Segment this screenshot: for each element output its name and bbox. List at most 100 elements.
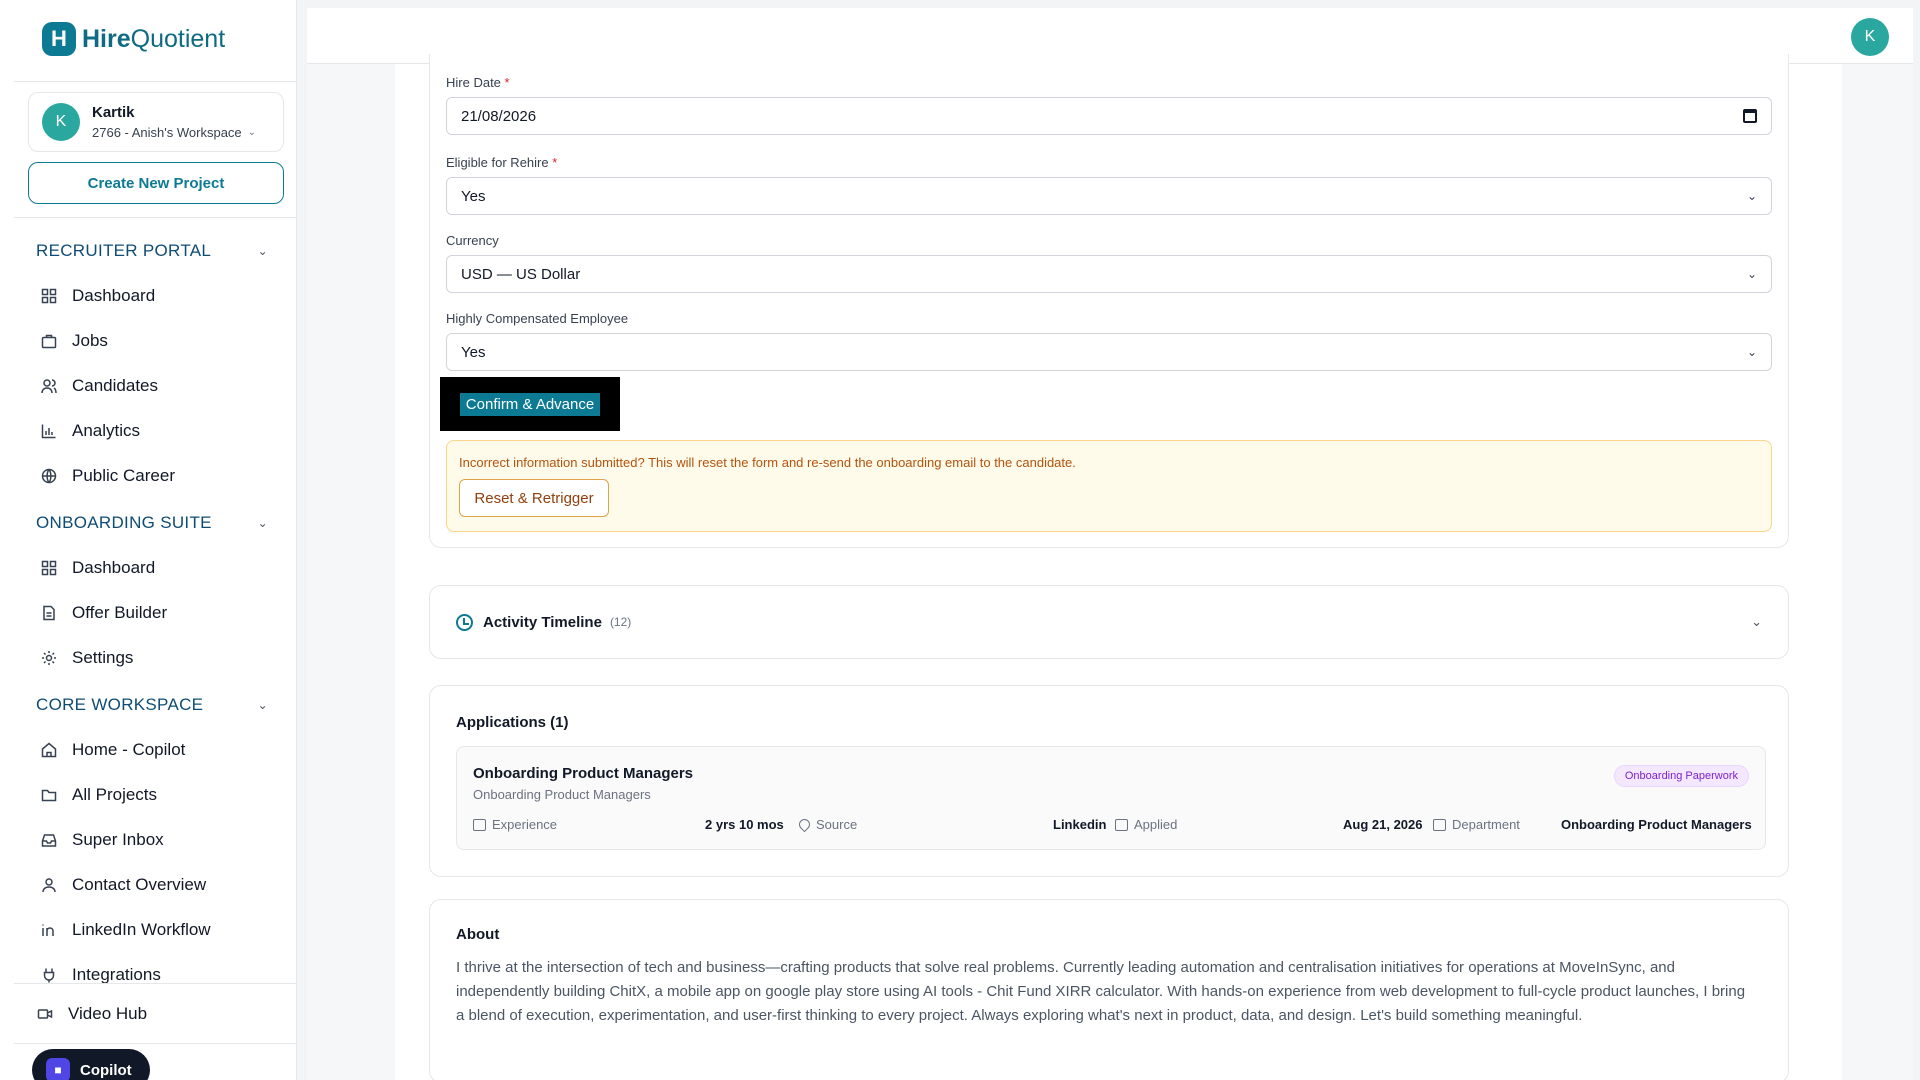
confirm-button-highlight: Confirm & Advance [440,377,620,431]
sidebar-item-analytics[interactable]: Analytics [40,416,140,446]
chevron-down-icon[interactable]: ⌄ [1751,614,1762,630]
rehire-select[interactable]: Yes ⌄ [446,177,1772,215]
main-panel: Hire Date * 21/08/2026 Eligible for Rehi… [307,54,1913,1080]
grid-icon [40,287,58,305]
chevron-down-icon: ⌄ [1746,189,1757,203]
timeline-count: (12) [609,615,632,629]
sidebar-item-label: LinkedIn Workflow [72,920,211,939]
highly-compensated-label: Highly Compensated Employee [446,311,629,326]
warning-text: Incorrect information submitted? This wi… [459,455,1076,470]
users-icon [40,377,58,395]
sidebar-item-label: Video Hub [68,1004,148,1023]
sidebar-item-label: All Projects [72,785,158,804]
gear-icon [40,649,58,667]
brand-name: HireQuotient [82,24,226,53]
sidebar-item-label: Super Inbox [72,830,164,849]
sidebar-item-onboarding-dashboard[interactable]: Dashboard [40,553,155,583]
rehire-label: Eligible for Rehire * [446,155,558,170]
inbox-icon [40,831,58,849]
folder-icon [40,786,58,804]
sidebar-item-video-hub[interactable]: Video Hub [36,999,147,1029]
brand-logo[interactable]: H HireQuotient [42,22,225,56]
sidebar-item-offer-builder[interactable]: Offer Builder [40,598,167,628]
sidebar-item-label: Dashboard [72,286,156,305]
onboarding-form-card: Hire Date * 21/08/2026 Eligible for Rehi… [429,54,1789,548]
reset-warning-box: Incorrect information submitted? This wi… [446,440,1772,532]
sidebar-item-home-copilot[interactable]: Home - Copilot [40,735,185,765]
copilot-button[interactable]: ■ Copilot [32,1049,150,1080]
chevron-down-icon: ⌄ [257,516,268,530]
copilot-icon: ■ [46,1058,70,1080]
plug-icon [40,966,58,984]
sidebar-item-super-inbox[interactable]: Super Inbox [40,825,164,855]
currency-label: Currency [446,233,499,248]
create-new-project-button[interactable]: Create New Project [28,162,284,204]
globe-icon [40,467,58,485]
sidebar-item-label: Offer Builder [72,603,168,622]
chevron-down-icon: ⌄ [1746,345,1757,359]
calendar-icon[interactable] [1743,109,1757,123]
sidebar-divider [14,983,296,984]
sidebar-item-label: Home - Copilot [72,740,186,759]
avatar: K [42,103,80,141]
workspace-switcher[interactable]: K Kartik 2766 - Anish's Workspace ⌄ [28,92,284,152]
applied-value: Aug 21, 2026 [1343,817,1423,832]
highly-compensated-select[interactable]: Yes ⌄ [446,333,1772,371]
application-title: Onboarding Product Managers [473,765,694,782]
copilot-label: Copilot [80,1061,132,1079]
sidebar-item-dashboard[interactable]: Dashboard [40,281,155,311]
video-camera-icon [36,1005,54,1023]
grid-icon [40,559,58,577]
workspace-name: 2766 - Anish's Workspace ⌄ [92,125,257,140]
section-onboarding-suite[interactable]: ONBOARDING SUITE ⌄ [36,513,276,533]
chevron-down-icon: ⌄ [257,244,268,258]
application-subtitle: Onboarding Product Managers [473,787,651,802]
document-icon [40,604,58,622]
hire-date-field[interactable]: 21/08/2026 [446,97,1772,135]
logo-mark-icon: H [42,22,76,56]
sidebar-item-jobs[interactable]: Jobs [40,326,108,356]
sidebar-item-label: Contact Overview [72,875,207,894]
sidebar-item-public-career[interactable]: Public Career [40,461,175,491]
sidebar-item-candidates[interactable]: Candidates [40,371,158,401]
sidebar-item-integrations[interactable]: Integrations [40,960,161,990]
applications-heading: Applications (1) [456,714,569,731]
sidebar-item-contact-overview[interactable]: Contact Overview [40,870,206,900]
experience-value: 2 yrs 10 mos [705,817,784,832]
sidebar-item-label: Candidates [72,376,159,395]
building-icon [1433,818,1446,831]
sidebar-divider [14,217,296,218]
chevron-down-icon: ⌄ [247,127,257,138]
confirm-advance-button[interactable]: Confirm & Advance [459,392,601,416]
chevron-down-icon: ⌄ [1746,267,1757,281]
briefcase-icon [40,332,58,350]
source-meta: Source [796,816,857,833]
home-icon [40,741,58,759]
sidebar-item-label: Analytics [72,421,141,440]
applied-meta: Applied [1115,817,1177,832]
section-recruiter-portal[interactable]: RECRUITER PORTAL ⌄ [36,241,276,261]
linkedin-icon [40,921,58,939]
currency-select[interactable]: USD — US Dollar ⌄ [446,255,1772,293]
applications-card: Applications (1) Onboarding Product Mana… [429,685,1789,877]
sidebar-item-all-projects[interactable]: All Projects [40,780,157,810]
source-value: Linkedin [1053,817,1107,832]
department-value: Onboarding Product Managers [1561,817,1752,832]
candidate-detail: Hire Date * 21/08/2026 Eligible for Rehi… [395,54,1842,1080]
application-item[interactable]: Onboarding Product Managers Onboarding P… [456,746,1766,850]
status-badge: Onboarding Paperwork [1613,765,1749,787]
calendar-icon [1115,818,1128,831]
avatar[interactable]: K [1851,18,1889,56]
section-core-workspace[interactable]: CORE WORKSPACE ⌄ [36,695,276,715]
about-text: I thrive at the intersection of tech and… [456,959,1746,1024]
sidebar-item-label: Settings [72,648,134,667]
sidebar-item-label: Integrations [72,965,161,984]
reset-retrigger-button[interactable]: Reset & Retrigger [459,479,609,517]
sidebar-item-settings[interactable]: Settings [40,643,133,673]
sidebar-item-label: Dashboard [72,558,156,577]
activity-timeline-card[interactable]: Activity Timeline (12) ⌄ [429,585,1789,659]
sidebar-item-label: Jobs [72,331,108,350]
hire-date-label: Hire Date * [446,75,510,90]
sidebar-item-linkedin-workflow[interactable]: LinkedIn Workflow [40,915,211,945]
bar-chart-icon [40,422,58,440]
